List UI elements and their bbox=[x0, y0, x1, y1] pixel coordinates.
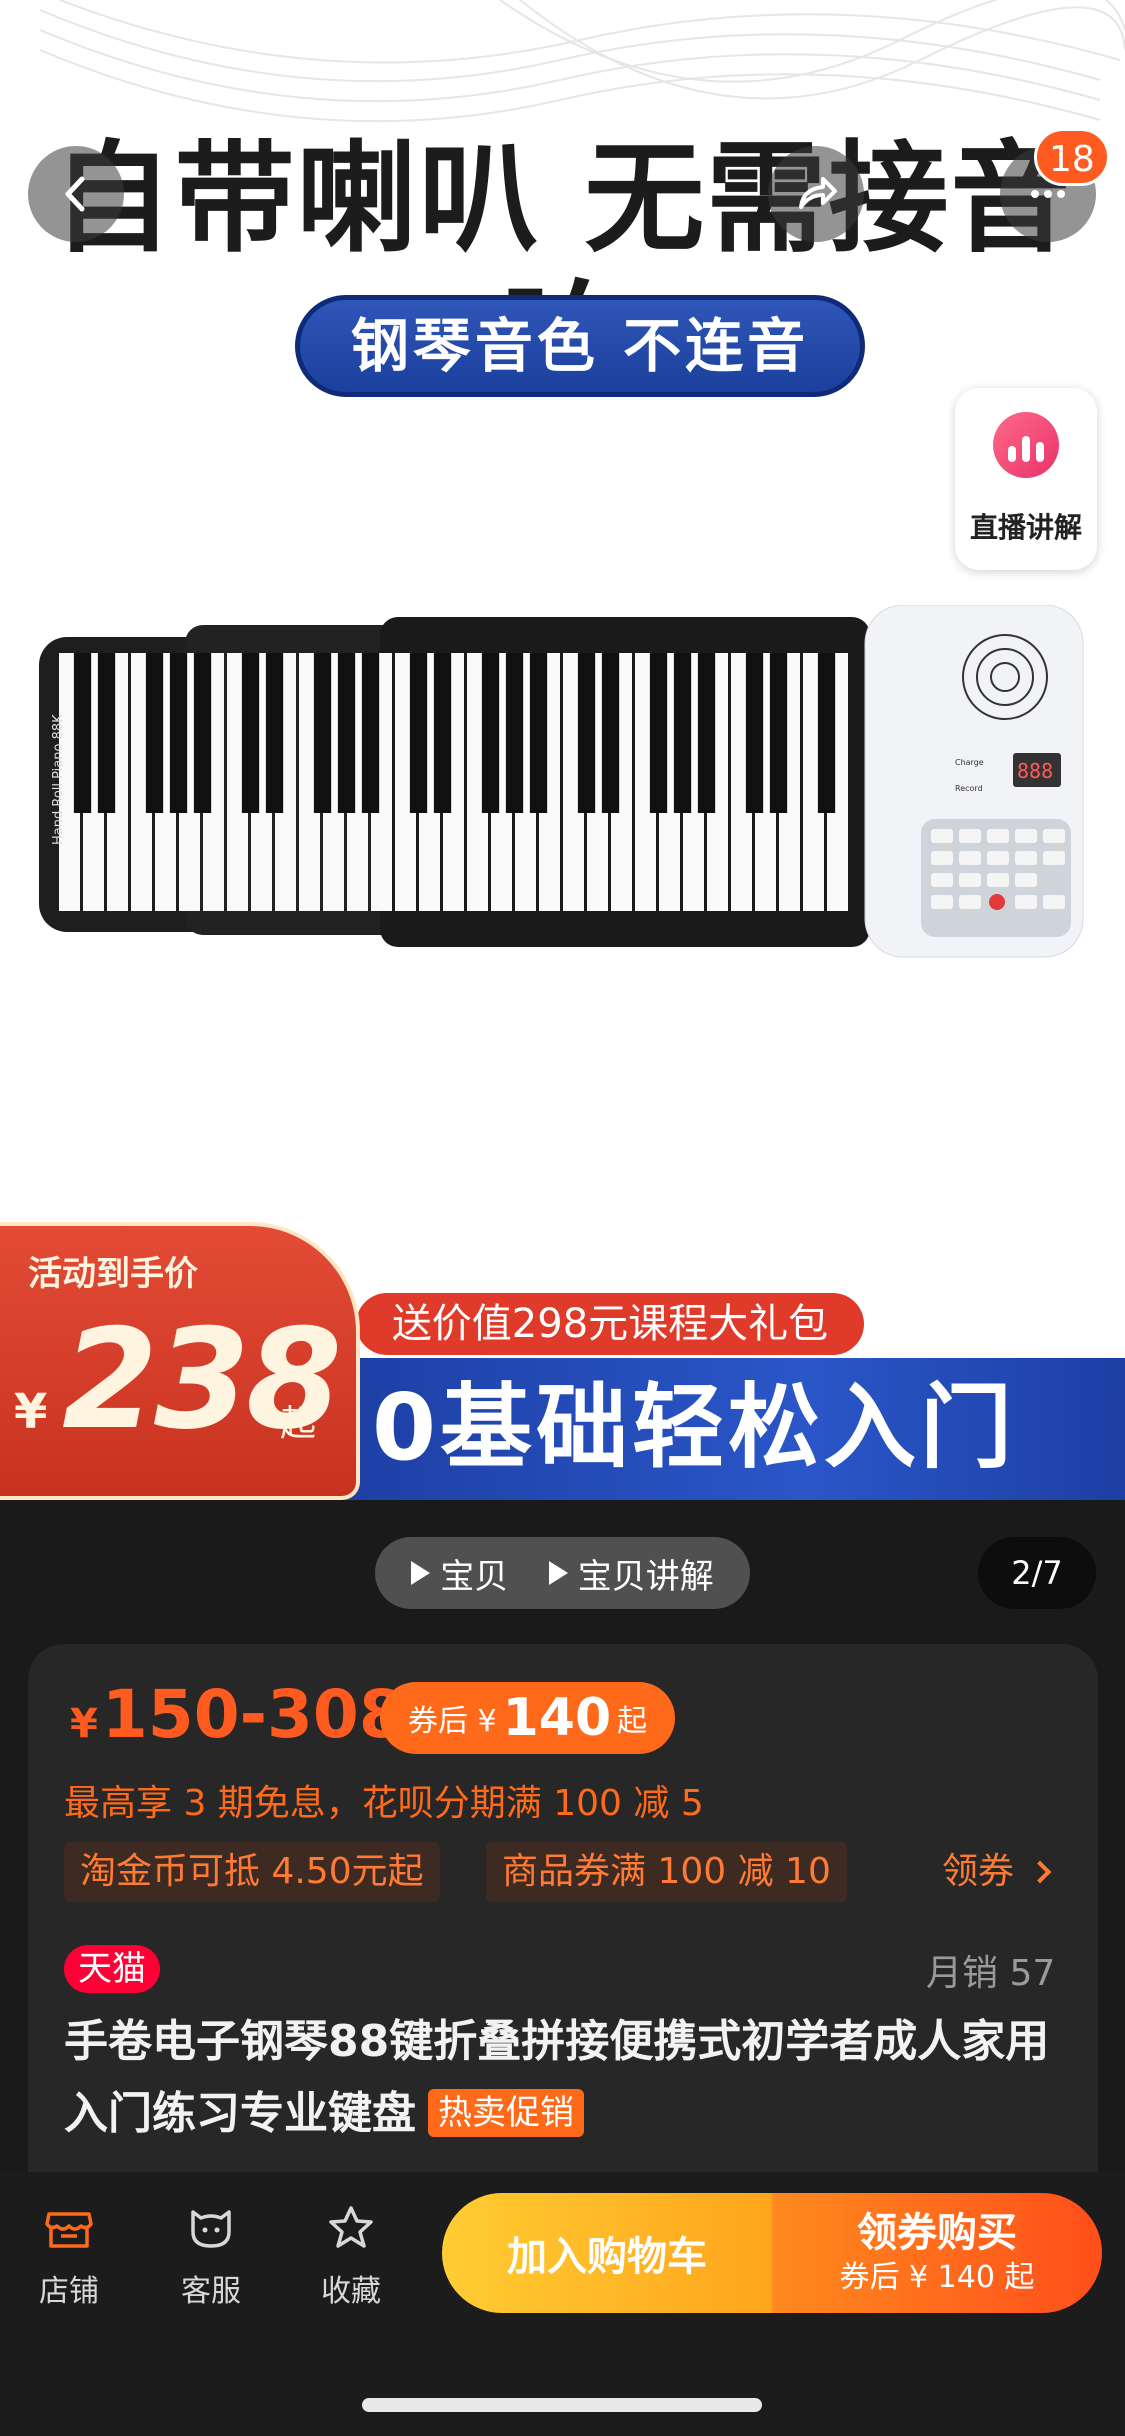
piano-black-key bbox=[337, 653, 356, 813]
piano-black-key bbox=[145, 653, 164, 813]
switch-item-product[interactable]: 宝贝 bbox=[411, 1549, 508, 1598]
tab-store-label: 店铺 bbox=[39, 2274, 99, 2309]
piano-black-key bbox=[505, 653, 524, 813]
installment-info[interactable]: 最高享 3 期免息，花呗分期满 100 减 5 bbox=[64, 1774, 704, 1826]
piano-black-key bbox=[313, 653, 332, 813]
piano-black-key bbox=[409, 653, 428, 813]
price-row: ¥ 150-308 bbox=[70, 1676, 405, 1753]
piano-led-display: 888 bbox=[1017, 759, 1053, 783]
product-coupon-chip[interactable]: 商品券满 100 减 10 bbox=[486, 1842, 847, 1902]
coupon-buy-button[interactable]: 领券购买 券后 ¥ 140 起 bbox=[772, 2193, 1102, 2313]
share-icon bbox=[799, 177, 837, 209]
coupon-prefix: 券后 ¥ bbox=[408, 1704, 497, 1739]
piano-black-key bbox=[673, 653, 692, 813]
piano-black-key bbox=[361, 653, 380, 813]
product-image-carousel[interactable]: 自带喇叭 无需接音响 钢琴音色 不连音 Hand Roll Piano 88K … bbox=[0, 0, 1125, 1500]
live-explain-button[interactable]: 直播讲解 bbox=[955, 388, 1097, 570]
piano-black-key bbox=[97, 653, 116, 813]
switch-item-explain[interactable]: 宝贝讲解 bbox=[548, 1549, 714, 1598]
tmall-badge: 天猫 bbox=[64, 1945, 160, 1993]
tab-store[interactable]: 店铺 bbox=[14, 2200, 124, 2310]
monthly-sales: 月销 57 bbox=[926, 1953, 1056, 1994]
piano-black-key bbox=[433, 653, 452, 813]
promo-slogan: 0基础轻松入门 bbox=[372, 1374, 1017, 1481]
chevron-right-icon bbox=[1028, 1860, 1052, 1884]
tab-favorite-label: 收藏 bbox=[321, 2274, 381, 2309]
home-indicator[interactable] bbox=[362, 2398, 762, 2412]
roll-piano-image: Hand Roll Piano 88K 888 Charge Record bbox=[39, 605, 1084, 958]
media-switcher: 宝贝 宝贝讲解 bbox=[375, 1537, 750, 1609]
live-explain-label: 直播讲解 bbox=[969, 511, 1082, 544]
add-to-cart-button[interactable]: 加入购物车 bbox=[442, 2193, 772, 2313]
live-bars-icon bbox=[993, 412, 1059, 478]
switch-item-explain-label: 宝贝讲解 bbox=[577, 1556, 714, 1597]
service-icon bbox=[191, 2210, 231, 2248]
piano-black-key bbox=[73, 653, 92, 813]
piano-black-key bbox=[481, 653, 500, 813]
coupon-price-pill[interactable]: 券后 ¥ 140 起 bbox=[380, 1682, 676, 1754]
piano-black-key bbox=[169, 653, 188, 813]
image-page-indicator: 2/7 bbox=[978, 1537, 1096, 1609]
activity-price-label: 活动到手价 bbox=[28, 1254, 198, 1294]
piano-black-key bbox=[769, 653, 788, 813]
piano-black-key bbox=[649, 653, 668, 813]
price-currency: ¥ bbox=[70, 1701, 98, 1747]
switch-item-product-label: 宝贝 bbox=[440, 1556, 509, 1597]
gift-banner: 送价值298元课程大礼包 bbox=[356, 1293, 864, 1355]
piano-black-key bbox=[241, 653, 260, 813]
price-range: 150-308 bbox=[101, 1676, 405, 1753]
piano-black-key bbox=[265, 653, 284, 813]
hero-subbanner: 钢琴音色 不连音 bbox=[295, 295, 865, 397]
taojinbi-chip[interactable]: 淘金币可抵 4.50元起 bbox=[64, 1842, 440, 1902]
get-coupon-label: 领券 bbox=[942, 1851, 1015, 1892]
play-icon bbox=[411, 1561, 431, 1585]
coupon-buy-label: 领券购买 bbox=[857, 2210, 1017, 2256]
piano-black-key bbox=[817, 653, 836, 813]
product-detail-page: 自带喇叭 无需接音响 钢琴音色 不连音 Hand Roll Piano 88K … bbox=[0, 0, 1125, 2436]
tab-customer-service[interactable]: 客服 bbox=[156, 2200, 266, 2310]
piano-charge-label: Charge bbox=[955, 758, 984, 767]
play-icon bbox=[548, 1561, 568, 1585]
back-arrow-icon bbox=[65, 176, 85, 212]
message-count-badge: 18 bbox=[1034, 128, 1110, 186]
piano-black-key bbox=[577, 653, 596, 813]
piano-black-key bbox=[745, 653, 764, 813]
piano-brand-text: Hand Roll Piano 88K bbox=[51, 714, 66, 845]
get-coupon-link[interactable]: 领券 bbox=[942, 1842, 1052, 1902]
hot-sale-tag: 热卖促销 bbox=[428, 2089, 584, 2137]
product-title: 手卷电子钢琴88键折叠拼接便携式初学者成人家用入门练习专业键盘 热卖促销 bbox=[64, 2006, 1074, 2150]
piano-record-label: Record bbox=[955, 784, 983, 793]
coupon-buy-sub: 券后 ¥ 140 起 bbox=[839, 2260, 1035, 2295]
activity-price-suffix: 起 bbox=[280, 1403, 317, 1444]
piano-black-key bbox=[697, 653, 716, 813]
piano-black-key bbox=[529, 653, 548, 813]
share-button[interactable] bbox=[768, 146, 864, 242]
coupon-amount: 140 bbox=[502, 1688, 612, 1748]
piano-black-key bbox=[601, 653, 620, 813]
tab-favorite[interactable]: 收藏 bbox=[296, 2200, 406, 2310]
tab-service-label: 客服 bbox=[181, 2274, 241, 2309]
piano-black-key bbox=[193, 653, 212, 813]
back-button[interactable] bbox=[28, 146, 124, 242]
coupon-suffix: 起 bbox=[617, 1704, 648, 1739]
star-icon bbox=[329, 2206, 373, 2248]
store-icon bbox=[45, 2212, 93, 2248]
activity-price-currency: ¥ bbox=[14, 1384, 48, 1440]
